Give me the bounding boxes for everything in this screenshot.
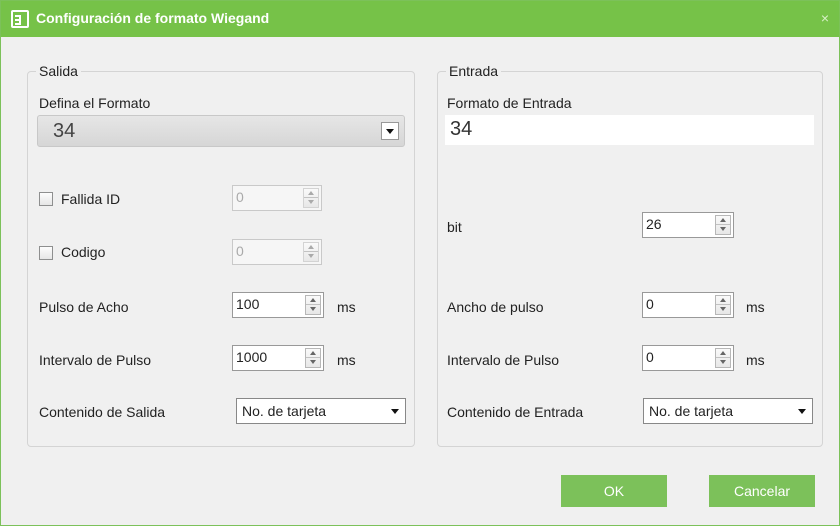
stepper-arrows[interactable] bbox=[303, 242, 319, 262]
stepper-up-icon[interactable] bbox=[716, 296, 730, 305]
salida-format-value: 34 bbox=[53, 120, 76, 142]
entrada-format-value: 34 bbox=[450, 118, 473, 140]
entrada-format-field[interactable]: 34 bbox=[445, 115, 814, 145]
entrada-format-label: Formato de Entrada bbox=[447, 95, 572, 111]
entrada-pulse-interval-unit: ms bbox=[746, 352, 765, 368]
stepper-up-icon[interactable] bbox=[716, 349, 730, 358]
salida-pulse-interval-label: Intervalo de Pulso bbox=[39, 352, 152, 368]
stepper-down-icon[interactable] bbox=[306, 305, 320, 314]
stepper-up-icon[interactable] bbox=[306, 349, 320, 358]
stepper-down-icon[interactable] bbox=[716, 358, 730, 367]
bit-label: bit bbox=[447, 219, 462, 235]
stepper-down-icon[interactable] bbox=[306, 358, 320, 367]
stepper-up-icon[interactable] bbox=[716, 216, 730, 225]
codigo-checkbox[interactable] bbox=[39, 246, 53, 260]
chevron-down-icon[interactable] bbox=[381, 122, 399, 140]
salida-pulse-width-label: Pulso de Acho bbox=[39, 299, 129, 315]
wiegand-dialog: Configuración de formato Wiegand × Salid… bbox=[0, 0, 840, 526]
stepper-up-icon[interactable] bbox=[304, 243, 318, 252]
codigo-value: 0 bbox=[236, 243, 244, 259]
codigo-label: Codigo bbox=[61, 244, 106, 260]
stepper-down-icon[interactable] bbox=[716, 305, 730, 314]
salida-pulse-interval-value: 1000 bbox=[236, 349, 268, 365]
entrada-content-label: Contenido de Entrada bbox=[447, 404, 584, 420]
salida-legend: Salida bbox=[36, 63, 81, 79]
entrada-pulse-width-unit: ms bbox=[746, 299, 765, 315]
stepper-arrows[interactable] bbox=[305, 348, 321, 368]
stepper-down-icon[interactable] bbox=[304, 198, 318, 207]
entrada-pulse-interval-value: 0 bbox=[646, 349, 654, 365]
stepper-arrows[interactable] bbox=[303, 188, 319, 208]
stepper-up-icon[interactable] bbox=[306, 296, 320, 305]
stepper-down-icon[interactable] bbox=[716, 225, 730, 234]
stepper-arrows[interactable] bbox=[715, 215, 731, 235]
salida-pulse-width-stepper[interactable]: 100 bbox=[232, 292, 324, 318]
entrada-pulse-interval-label: Intervalo de Pulso bbox=[447, 352, 560, 368]
entrada-pulse-width-label: Ancho de pulso bbox=[447, 299, 544, 315]
stepper-down-icon[interactable] bbox=[304, 252, 318, 261]
form-icon bbox=[11, 10, 29, 28]
salida-content-value: No. de tarjeta bbox=[242, 403, 327, 419]
stepper-up-icon[interactable] bbox=[304, 189, 318, 198]
salida-pulse-width-value: 100 bbox=[236, 296, 260, 312]
codigo-stepper[interactable]: 0 bbox=[232, 239, 322, 265]
stepper-arrows[interactable] bbox=[715, 348, 731, 368]
chevron-down-icon[interactable] bbox=[798, 409, 806, 414]
entrada-content-value: No. de tarjeta bbox=[649, 403, 734, 419]
stepper-arrows[interactable] bbox=[305, 295, 321, 315]
stepper-arrows[interactable] bbox=[715, 295, 731, 315]
entrada-legend: Entrada bbox=[446, 63, 502, 79]
bit-stepper[interactable]: 26 bbox=[642, 212, 734, 238]
close-button[interactable]: × bbox=[821, 10, 829, 26]
salida-content-label: Contenido de Salida bbox=[39, 404, 166, 420]
entrada-pulse-interval-stepper[interactable]: 0 bbox=[642, 345, 734, 371]
fallida-id-label: Fallida ID bbox=[61, 191, 121, 207]
window-title: Configuración de formato Wiegand bbox=[36, 10, 270, 26]
cancel-button[interactable]: Cancelar bbox=[709, 475, 815, 507]
salida-content-select[interactable]: No. de tarjeta bbox=[236, 398, 406, 424]
chevron-down-icon[interactable] bbox=[391, 409, 399, 414]
salida-format-select[interactable]: 34 bbox=[37, 115, 405, 147]
salida-pulse-interval-stepper[interactable]: 1000 bbox=[232, 345, 324, 371]
salida-format-label: Defina el Formato bbox=[39, 95, 151, 111]
entrada-pulse-width-stepper[interactable]: 0 bbox=[642, 292, 734, 318]
ok-button[interactable]: OK bbox=[561, 475, 667, 507]
entrada-pulse-width-value: 0 bbox=[646, 296, 654, 312]
salida-pulse-interval-unit: ms bbox=[337, 352, 356, 368]
entrada-content-select[interactable]: No. de tarjeta bbox=[643, 398, 813, 424]
title-bar[interactable]: Configuración de formato Wiegand × bbox=[1, 1, 839, 37]
salida-pulse-width-unit: ms bbox=[337, 299, 356, 315]
bit-value: 26 bbox=[646, 216, 662, 232]
fallida-id-stepper[interactable]: 0 bbox=[232, 185, 322, 211]
fallida-id-checkbox[interactable] bbox=[39, 192, 53, 206]
fallida-id-value: 0 bbox=[236, 189, 244, 205]
